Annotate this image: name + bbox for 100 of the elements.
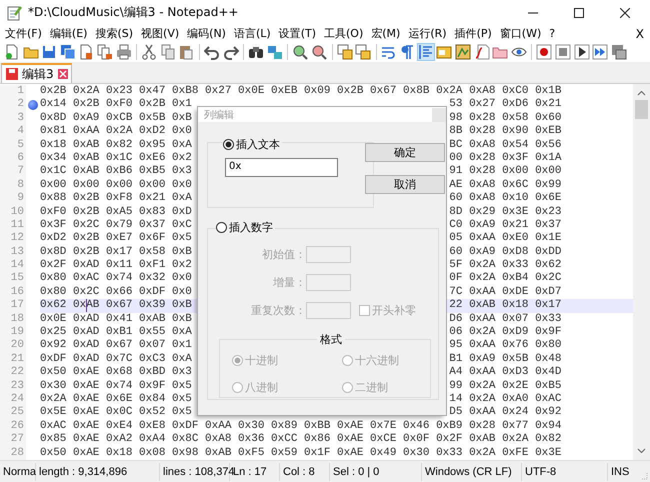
code-text: 0xDF 0xAD 0x7C 0xC3 0xA: [40, 352, 192, 366]
menu-item[interactable]: 运行(R): [405, 26, 450, 41]
line-number: 1: [0, 85, 26, 98]
menu-item[interactable]: 编码(N): [184, 26, 229, 41]
code-text: 0x2B 0x2A 0x23 0x47 0xB8 0x27 0x0E 0xEB 0x09 0x2B 0x67 0x8B 0x2A 0xA8 0xC0 0x1B: [40, 85, 562, 98]
toolbar-button[interactable]: [140, 43, 158, 61]
scroll-down-icon[interactable]: [637, 448, 646, 454]
undo-icon: [204, 44, 220, 60]
wrap-icon: [380, 44, 397, 60]
radio-button[interactable]: 插入文本: [223, 136, 280, 152]
code-text: 91 0x28 0x00 0x00: [449, 165, 562, 179]
cut-icon: [141, 44, 158, 60]
status-text: Col : 8: [280, 462, 330, 480]
zoom-in-icon: [292, 44, 308, 60]
code-text: 98 0x28 0x58 0x60: [449, 112, 562, 126]
code-text: 8D 0x29 0x3E 0x23: [449, 206, 562, 219]
menu-item[interactable]: 插件(P): [452, 26, 495, 41]
cancel-button[interactable]: 取消: [365, 175, 445, 194]
scroll-thumb[interactable]: [635, 100, 648, 119]
status-text: Sel : 0 | 0: [330, 462, 422, 480]
code-text: 0x50 0xAE 0x68 0xBD 0x3: [40, 366, 192, 380]
code-text: 0x85 0xAE 0xA2 0xA4 0x8C 0xA8 0x36 0xCC 0x86 0xAE 0xCE 0x0F 0x2F 0xAB 0x2A 0x82: [40, 433, 562, 447]
redo-icon: [222, 44, 239, 60]
field-label: 重复次数：: [250, 302, 306, 318]
menu-item[interactable]: 语言(L): [230, 26, 274, 41]
menu-item[interactable]: ?: [546, 27, 558, 40]
code-text: 0x00 0x00 0x00 0x00 0x0: [40, 178, 192, 192]
code-text: 0x34 0xAB 0x1C 0xE6 0x2: [40, 152, 192, 166]
code-text: 0x2F 0xAD 0x11 0xF1 0x2: [40, 259, 192, 272]
menu-item[interactable]: 设置(T): [276, 26, 319, 41]
code-text: 0x0E 0xAD 0x41 0xAB 0xB: [40, 312, 192, 326]
field-label: 增量：: [272, 274, 306, 290]
code-text: 0x30 0xAE 0x74 0x9F 0x5: [40, 380, 192, 393]
code-text: 0x80 0x2C 0x66 0xDF 0x0: [40, 286, 192, 300]
code-text: 0x3F 0x2C 0x79 0x37 0xC: [40, 218, 192, 232]
line-number: 16: [0, 286, 26, 300]
line-number: 2: [0, 98, 26, 112]
code-text: D5 0xAA 0x24 0x92: [449, 406, 562, 420]
line-number: 15: [0, 272, 26, 286]
line-number: 25: [0, 406, 26, 420]
pilcrow-icon: [399, 44, 416, 60]
close-icon[interactable]: [620, 8, 630, 18]
status-text: length : 9,314,896: [36, 462, 160, 480]
line-number: 23: [0, 380, 26, 393]
code-text: 60 0xA9 0xD8 0xDD: [449, 246, 562, 260]
menu-item[interactable]: 视图(V): [138, 26, 182, 41]
code-text: 0xF0 0x2B 0xA5 0x83 0xD: [40, 206, 192, 219]
code-text: C0 0xA9 0x21 0x37: [449, 218, 562, 232]
scroll-up-icon[interactable]: [637, 90, 646, 96]
ok-button[interactable]: 确定: [365, 143, 445, 162]
toolbar-button[interactable]: [291, 43, 310, 61]
code-text: 0xAC 0xAE 0xE4 0xE8 0xDF 0xAA 0x30 0x89 0xBB 0xAE 0x7E 0x46 0xB9 0x28 0x77 0x94: [40, 420, 562, 434]
code-text: 14 0x2A 0xA0 0xAC: [449, 392, 562, 406]
code-text: 60 0xA8 0x10 0x6E: [449, 192, 562, 206]
field-label: 初始值：: [261, 246, 306, 262]
code-text: 0xD2 0x2B 0xE7 0x6F 0x5: [40, 232, 192, 246]
code-text: 53 0x27 0xD6 0x21: [449, 98, 562, 112]
paste-icon: [178, 44, 194, 60]
toolbar-button[interactable]: [572, 43, 591, 61]
toolbar-button[interactable]: [610, 43, 628, 61]
menu-item[interactable]: 工具(O): [321, 26, 366, 41]
scrollbar[interactable]: [633, 84, 650, 460]
binoculars-icon: [248, 44, 264, 60]
line-number: 12: [0, 232, 26, 246]
toolbar-button[interactable]: [454, 43, 472, 61]
map-icon: [455, 44, 472, 60]
line-number: 10: [0, 206, 26, 219]
code-text: 0x1C 0xAB 0xB6 0xB5 0x3: [40, 165, 192, 179]
line-number: 13: [0, 246, 26, 260]
line-number: 21: [0, 352, 26, 366]
code-text: 0x8D 0x2B 0x17 0x58 0xB: [40, 246, 192, 260]
line-number: 5: [0, 138, 26, 152]
menu-item[interactable]: 编辑(E): [46, 26, 90, 41]
resize-grip-icon[interactable]: [640, 472, 648, 480]
code-text: BC 0xA8 0x54 0x56: [449, 138, 562, 152]
text-field[interactable]: 0x: [225, 158, 338, 176]
code-text: 00 0x28 0x3F 0x1A: [449, 152, 562, 166]
line-number: 9: [0, 192, 26, 206]
menu-item[interactable]: 文件(F): [2, 26, 45, 41]
code-text: 0x92 0xAD 0x67 0x07 0x1: [40, 339, 192, 353]
line-number: 28: [0, 446, 26, 460]
menu-item[interactable]: 宏(M): [368, 26, 404, 41]
close-document-button[interactable]: X: [636, 26, 650, 40]
maximize-icon[interactable]: [574, 8, 584, 18]
indent-guide-icon: [418, 44, 434, 60]
line-number: 6: [0, 152, 26, 166]
toolbar-button[interactable]: [310, 43, 328, 61]
line-number: 20: [0, 339, 26, 353]
code-text: 0x25 0xAD 0xB1 0x55 0xA: [40, 326, 192, 340]
menu-item[interactable]: 窗口(W): [496, 26, 544, 41]
code-text: 0x2A 0xAE 0x6E 0x84 0x5: [40, 392, 192, 406]
line-number: 22: [0, 366, 26, 380]
toolbar-button[interactable]: [535, 43, 554, 61]
window-title: *D:\CloudMusic\编辑3 - Notepad++: [28, 4, 238, 21]
replace-icon: [266, 44, 283, 60]
menu-item[interactable]: 搜索(S): [92, 26, 136, 41]
file-tab[interactable]: 编辑3: [1, 63, 72, 83]
zoom-out-icon: [310, 44, 327, 60]
code-text: 0x88 0x2B 0xF8 0x21 0xA: [40, 192, 192, 206]
line-number: 11: [0, 218, 26, 232]
